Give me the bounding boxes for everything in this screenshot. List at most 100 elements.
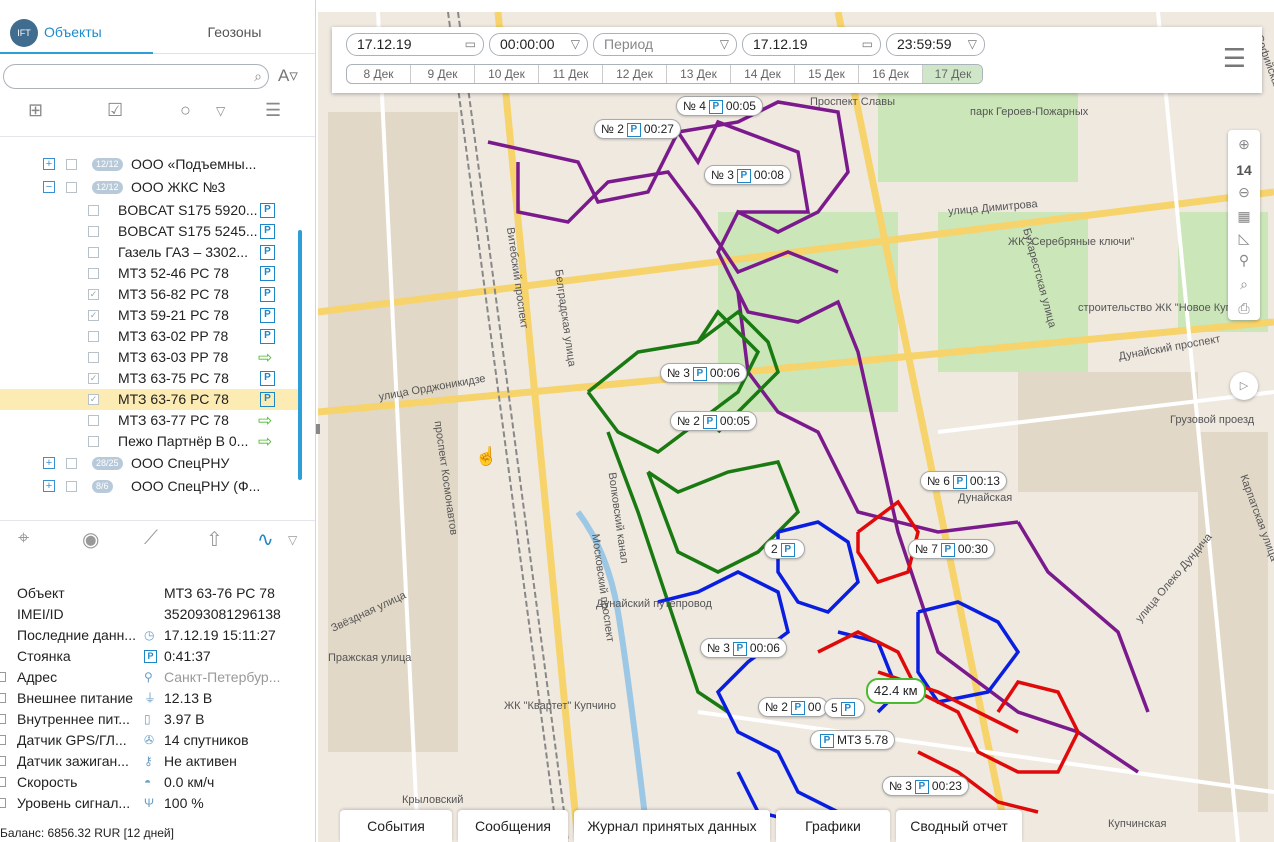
map-canvas[interactable]: [318, 12, 1274, 842]
day-button[interactable]: 9 Дек: [411, 65, 475, 83]
to-date-input[interactable]: 17.12.19 ▭: [742, 33, 881, 56]
unit-row[interactable]: МТЗ 63-03 РР 78 ⇨: [0, 347, 300, 368]
checkbox[interactable]: [66, 481, 77, 492]
from-time-select[interactable]: 00:00:00 ▽: [489, 33, 588, 56]
stop-marker[interactable]: № 4 P 00:05: [676, 96, 763, 116]
checkbox[interactable]: [88, 415, 99, 426]
calendar-icon[interactable]: ▭: [862, 34, 873, 55]
chevron-down-icon[interactable]: ▽: [720, 34, 729, 55]
checkbox[interactable]: [88, 331, 99, 342]
period-select[interactable]: Период ▽: [593, 33, 737, 56]
checkbox[interactable]: [0, 672, 6, 682]
from-date-input[interactable]: 17.12.19 ▭: [346, 33, 484, 56]
day-button[interactable]: 14 Дек: [731, 65, 795, 83]
checkbox[interactable]: ✓: [88, 289, 99, 300]
checkbox[interactable]: [66, 182, 77, 193]
unit-row[interactable]: BOBCAT S175 5245... P: [0, 221, 300, 242]
to-time-select[interactable]: 23:59:59 ▽: [886, 33, 985, 56]
tree-scrollbar[interactable]: [298, 230, 302, 480]
checkbox[interactable]: ✓: [88, 310, 99, 321]
unit-row[interactable]: МТЗ 63-77 РС 78 ⇨: [0, 410, 300, 431]
list-view-icon[interactable]: ☰: [265, 100, 281, 121]
checkbox[interactable]: [0, 777, 6, 787]
checkbox[interactable]: [0, 798, 6, 808]
checkbox[interactable]: [66, 159, 77, 170]
bottom-tab[interactable]: События: [340, 810, 452, 842]
expand-icon[interactable]: +: [43, 480, 55, 492]
unit-row[interactable]: МТЗ 52-46 РС 78 P: [0, 263, 300, 284]
stop-marker[interactable]: № 6 P 00:13: [920, 471, 1007, 491]
checkbox[interactable]: [88, 205, 99, 216]
unit-row[interactable]: ✓ МТЗ 59-21 РС 78 P: [0, 305, 300, 326]
stop-marker[interactable]: № 2 P 00: [758, 697, 829, 717]
group-row[interactable]: + 12/12 ООО «Подъемны...: [0, 154, 300, 175]
pin-icon[interactable]: ⚲: [1228, 252, 1260, 269]
hamburger-menu-icon[interactable]: ☰: [1223, 43, 1246, 74]
chevron-down-icon[interactable]: ▽: [571, 34, 580, 55]
stop-marker[interactable]: № 3 P 00:06: [660, 363, 747, 383]
checkbox[interactable]: [0, 714, 6, 724]
map[interactable]: Проспект Славы парк Героев-Пожарных улица …: [318, 12, 1274, 842]
day-button[interactable]: 15 Дек: [795, 65, 859, 83]
select-all-icon[interactable]: ☑: [107, 100, 123, 121]
unit-row[interactable]: ✓ МТЗ 63-76 РС 78 P: [0, 389, 300, 410]
zoom-in-icon[interactable]: ⊕: [1228, 136, 1260, 153]
day-button[interactable]: 12 Дек: [603, 65, 667, 83]
stop-marker[interactable]: 2P: [764, 539, 805, 559]
eye-icon[interactable]: ◉: [82, 527, 99, 552]
day-button[interactable]: 13 Дек: [667, 65, 731, 83]
checkbox[interactable]: [88, 352, 99, 363]
unit-row[interactable]: BOBCAT S175 5920... P: [0, 200, 300, 221]
map-layers-icon[interactable]: ▦: [1228, 208, 1260, 225]
bottom-tab[interactable]: Сводный отчет: [896, 810, 1022, 842]
group-row[interactable]: + 28/25 ООО СпецРНУ: [0, 453, 300, 474]
chevron-down-icon[interactable]: ▽: [216, 104, 225, 118]
upload-icon[interactable]: ⇧: [206, 527, 223, 552]
day-button[interactable]: 8 Дек: [347, 65, 411, 83]
checkbox[interactable]: [66, 458, 77, 469]
stop-marker[interactable]: № 2 P 00:05: [670, 411, 757, 431]
circle-filter-icon[interactable]: ○: [180, 100, 191, 121]
checkbox[interactable]: [88, 436, 99, 447]
expand-icon[interactable]: +: [43, 158, 55, 170]
checkbox[interactable]: [88, 226, 99, 237]
chart-icon[interactable]: ⟋: [144, 527, 158, 550]
stop-marker[interactable]: № 3 P 00:23: [882, 776, 969, 796]
day-button[interactable]: 16 Дек: [859, 65, 923, 83]
unit-row[interactable]: Пежо Партнёр В 0... ⇨: [0, 431, 300, 452]
add-group-icon[interactable]: ⊞: [28, 100, 43, 121]
checkbox[interactable]: [88, 247, 99, 258]
zoom-out-icon[interactable]: ⊖: [1228, 184, 1260, 201]
print-icon[interactable]: ⎙: [1228, 300, 1260, 317]
checkbox[interactable]: ✓: [88, 394, 99, 405]
collapse-icon[interactable]: −: [43, 181, 55, 193]
bottom-tab[interactable]: Журнал принятых данных: [574, 810, 770, 842]
stop-marker[interactable]: P МТЗ 5.78: [810, 730, 896, 750]
search-map-icon[interactable]: ⌕: [1228, 276, 1260, 293]
checkbox[interactable]: [0, 756, 6, 766]
day-button[interactable]: 11 Дек: [539, 65, 603, 83]
unit-row[interactable]: ✓ МТЗ 56-82 РС 78 P: [0, 284, 300, 305]
track-icon[interactable]: ∿: [257, 527, 274, 552]
search-input[interactable]: ⌕: [3, 64, 269, 89]
stop-marker[interactable]: № 2 P 00:27: [594, 119, 681, 139]
tab-objects[interactable]: IFT Объекты: [0, 12, 153, 54]
location-pin-icon[interactable]: ⌖: [18, 527, 29, 550]
search-icon[interactable]: ⌕: [254, 68, 262, 85]
chevron-down-icon[interactable]: ▽: [968, 34, 977, 55]
chevron-down-icon[interactable]: ▽: [288, 533, 297, 547]
stop-marker[interactable]: № 3 P 00:06: [700, 638, 787, 658]
expand-icon[interactable]: +: [43, 457, 55, 469]
tab-geozones[interactable]: Геозоны: [153, 12, 315, 54]
play-track-icon[interactable]: ▷: [1230, 372, 1258, 400]
unit-row[interactable]: МТЗ 63-02 РР 78 P: [0, 326, 300, 347]
day-button[interactable]: 17 Дек: [923, 65, 982, 83]
stop-marker[interactable]: № 3 P 00:08: [704, 165, 791, 185]
unit-row[interactable]: Газель ГАЗ – 3302... P: [0, 242, 300, 263]
group-row[interactable]: − 12/12 ООО ЖКС №3: [0, 177, 300, 198]
checkbox[interactable]: [88, 268, 99, 279]
unit-row[interactable]: ✓ МТЗ 63-75 РС 78 P: [0, 368, 300, 389]
panel-collapse-handle[interactable]: [316, 424, 320, 434]
ruler-icon[interactable]: ◺: [1228, 230, 1260, 247]
group-row[interactable]: + 8/6 ООО СпецРНУ (Ф...: [0, 476, 300, 497]
